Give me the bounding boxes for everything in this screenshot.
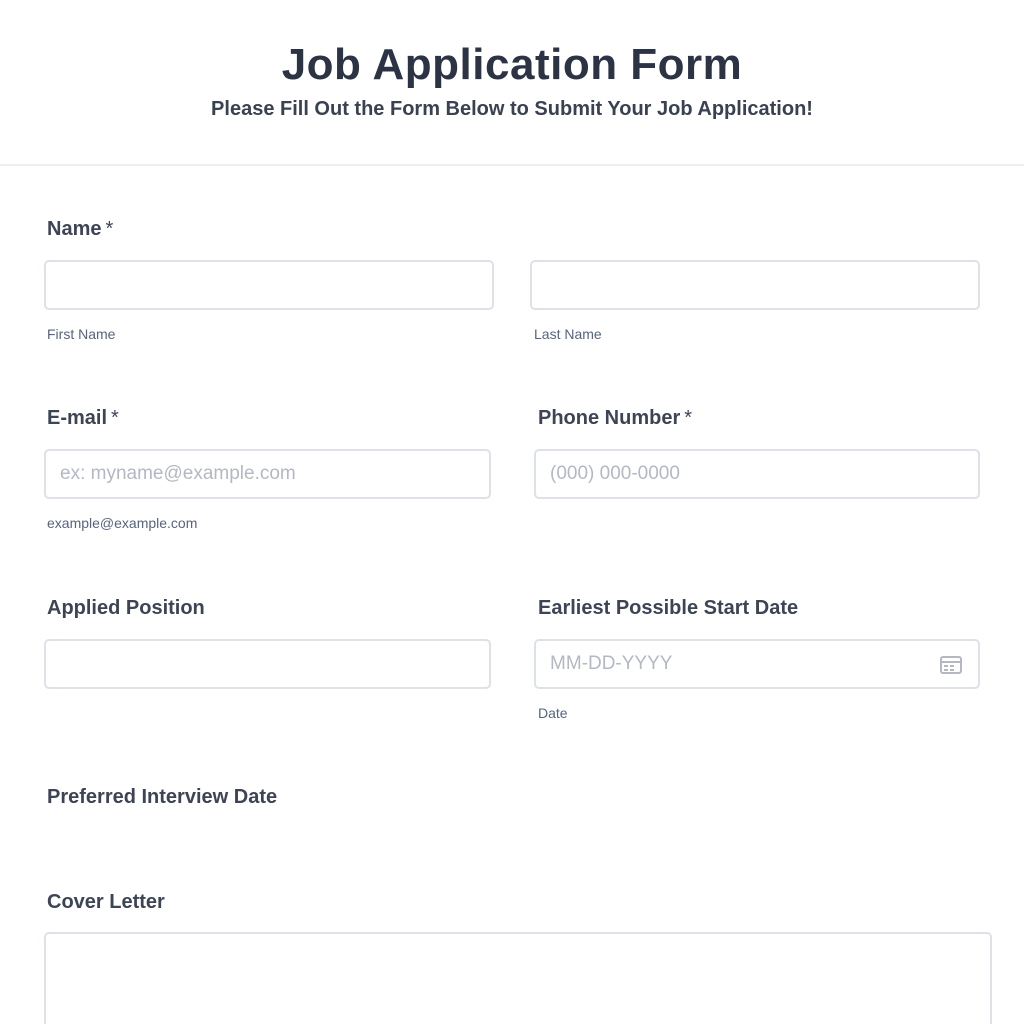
job-application-page: Job Application Form Please Fill Out the… xyxy=(0,0,1024,1024)
phone-required-mark: * xyxy=(684,407,693,429)
position-label: Applied Position xyxy=(47,597,205,619)
first-name-input[interactable] xyxy=(44,260,494,310)
email-sublabel: example@example.com xyxy=(47,515,198,531)
last-name-input[interactable] xyxy=(530,260,980,310)
last-name-sublabel: Last Name xyxy=(534,326,602,342)
start-date-input[interactable]: MM-DD-YYYY xyxy=(534,639,980,689)
interview-date-label: Preferred Interview Date xyxy=(47,786,278,808)
first-name-sublabel: First Name xyxy=(47,326,116,342)
email-label-text: E-mail xyxy=(47,407,108,429)
email-required-mark: * xyxy=(111,407,119,429)
name-label-text: Name xyxy=(47,218,102,240)
form-subtitle: Please Fill Out the Form Below to Submit… xyxy=(211,98,813,120)
email-field[interactable]: ex: myname@example.com xyxy=(44,449,491,499)
start-date-label: Earliest Possible Start Date xyxy=(538,597,799,619)
phone-placeholder: (000) 000-0000 xyxy=(550,463,680,484)
phone-label-text: Phone Number xyxy=(538,407,681,429)
form-header: Job Application Form Please Fill Out the… xyxy=(0,0,1024,166)
email-placeholder: ex: myname@example.com xyxy=(60,463,296,484)
name-label: Name * xyxy=(47,218,113,241)
start-date-placeholder: MM-DD-YYYY xyxy=(550,653,673,674)
start-date-sublabel: Date xyxy=(538,705,568,721)
name-required-mark: * xyxy=(105,218,114,240)
form-title: Job Application Form xyxy=(281,40,743,89)
position-input[interactable] xyxy=(44,639,491,689)
email-label: E-mail * xyxy=(47,407,119,430)
cover-letter-textarea[interactable] xyxy=(44,932,992,1024)
phone-field[interactable]: (000) 000-0000 xyxy=(534,449,980,499)
calendar-icon[interactable] xyxy=(940,656,962,674)
phone-label: Phone Number * xyxy=(538,407,692,430)
cover-letter-label: Cover Letter xyxy=(47,891,165,913)
